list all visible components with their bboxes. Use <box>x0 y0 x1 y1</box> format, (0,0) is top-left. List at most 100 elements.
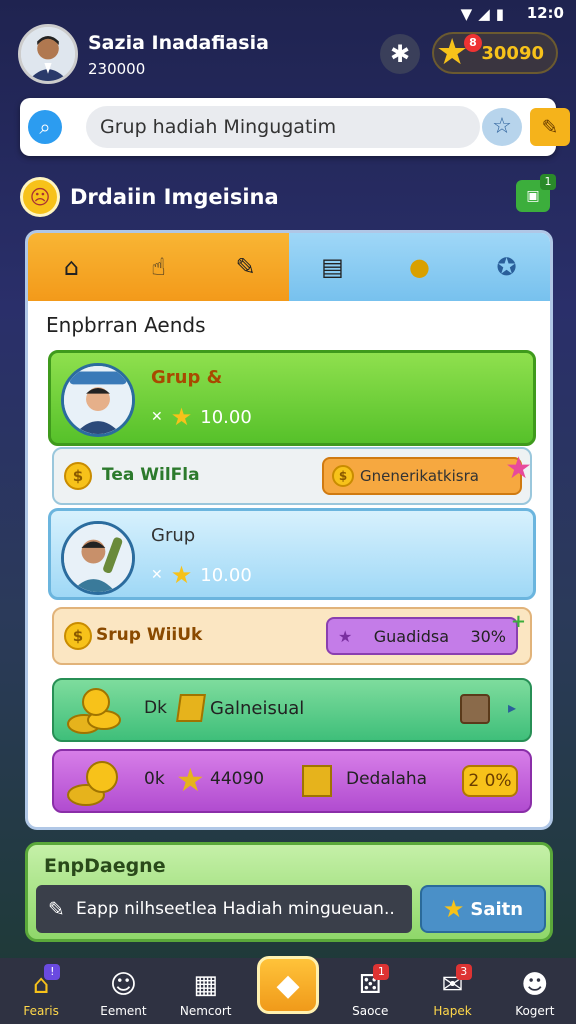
multiply-icon: ✕ <box>151 567 163 583</box>
panel-tabs: ⌂ ☝ ✎ ▤ ● ✪ <box>28 233 550 301</box>
card-value-text: 10.00 <box>200 406 252 428</box>
signal-icon: ◢ <box>478 5 490 23</box>
group-avatar <box>61 521 135 595</box>
nav-item-element[interactable]: ☺ Eement <box>82 958 164 1024</box>
tab-notes[interactable]: ✎ <box>202 233 289 301</box>
row-label: Srup WiiUk <box>96 625 203 645</box>
search-bar: ⌕ Grup hadiah Mingugatim ☆ ✎ <box>20 98 570 156</box>
nav-item-space[interactable]: ⚄ 1 Saoce <box>329 958 411 1024</box>
status-time: 12:0 <box>526 4 564 22</box>
nav-badge: 3 <box>455 964 472 980</box>
nav-item-memory[interactable]: ▦ Nemcort <box>165 958 247 1024</box>
group-avatar <box>61 363 135 437</box>
coin-pile-icon <box>67 688 121 734</box>
multiply-icon: ✕ <box>151 409 163 425</box>
grid-icon: ▦ <box>193 970 218 1000</box>
tab-home[interactable]: ⌂ <box>28 233 115 301</box>
smile-icon: ☺ <box>109 970 137 1000</box>
profile-name: Sazia Inadafiasia <box>88 32 269 54</box>
coin-pile-icon <box>67 761 118 806</box>
row-ok-text: Dk <box>144 698 167 718</box>
search-input[interactable]: Grup hadiah Mingugatim <box>86 106 480 148</box>
star-icon: ★ <box>170 403 193 431</box>
row-label: Tea WilFla <box>102 465 200 485</box>
row-label: Galneisual <box>210 698 305 719</box>
status-icons: ▼ ◢ ▮ <box>461 5 504 23</box>
group-reward-card-1[interactable]: Grup & ✕ ★ 10.00 <box>48 350 536 446</box>
row-ok-text: 0k <box>144 769 165 789</box>
gear-icon: ✱ <box>389 40 411 68</box>
nav-item-gift[interactable]: ✉ 3 Hapek <box>411 958 493 1024</box>
nav-label: Eement <box>100 1004 147 1018</box>
compose-title: EnpDaegne <box>44 855 166 877</box>
star-icon: ✪ <box>496 253 517 281</box>
group-reward-card-2[interactable]: Grup ✕ ★ 10.00 <box>48 508 536 600</box>
reward-row-6[interactable]: 0k ★ 44090 Dedalaha 2 0% <box>52 749 532 813</box>
guide-button[interactable]: ★ Guadidsa 30% <box>326 617 518 655</box>
coin-icon: $ <box>64 462 92 490</box>
nav-label: Kogert <box>515 1004 555 1018</box>
hand-icon: ☝ <box>151 253 166 281</box>
nav-badge: 1 <box>373 964 390 980</box>
compose-input[interactable]: Eapp nilhseetleа Hadiah minguеuan.. <box>36 885 412 933</box>
section-title: Drdaiin Imgeisina <box>70 185 279 209</box>
card-title: Grup & <box>151 367 223 388</box>
settings-button[interactable]: ✱ <box>380 34 420 74</box>
tab-hand[interactable]: ☝ <box>115 233 202 301</box>
gift-badge: 1 <box>540 174 556 190</box>
arrow-right-icon: ▸ <box>507 698 516 717</box>
star-icon: ★ <box>176 761 205 799</box>
home-icon: ⌂ <box>63 253 80 281</box>
profile-avatar[interactable] <box>18 24 78 84</box>
nav-item-center[interactable]: ◆ <box>247 956 329 1024</box>
plus-icon: + <box>510 611 526 632</box>
gift-button[interactable]: ▣ 1 <box>516 174 556 212</box>
nav-label: Fearis <box>23 1004 59 1018</box>
favorite-star-button[interactable]: ☆ <box>482 108 522 146</box>
emoji-face-icon: ☹ <box>20 177 60 217</box>
row-number: 44090 <box>210 769 265 789</box>
gift-icon: ▣ <box>526 188 540 204</box>
guide-button-percent: 30% <box>470 626 506 646</box>
compose-panel: EnpDaegne Eapp nilhseetleа Hadiah minguе… <box>25 842 553 942</box>
card-value: ✕ ★ 10.00 <box>151 403 252 431</box>
star-icon: ★ <box>436 32 469 73</box>
group-avatar-image <box>64 366 132 434</box>
wifi-icon: ▼ <box>460 5 473 23</box>
star-icon: ★ <box>170 561 193 589</box>
card-title: Grup <box>151 525 196 546</box>
generate-button[interactable]: $ Gnenerikatkisra <box>322 457 522 495</box>
tab-jar[interactable]: ▤ <box>289 233 376 301</box>
search-icon[interactable]: ⌕ <box>28 110 62 144</box>
nav-label: Saoce <box>352 1004 389 1018</box>
generate-button-label: Gnenerikatkisra <box>360 467 479 485</box>
nav-label: Nemcort <box>179 1004 232 1018</box>
group-avatar-image <box>64 524 132 592</box>
percent-badge[interactable]: 2 0% <box>462 765 518 797</box>
user-icon: ☻ <box>521 970 549 1000</box>
chest-icon <box>460 694 490 724</box>
status-bar: ▼ ◢ ▮ 12:0 <box>0 0 576 26</box>
pink-star-icon: ★ <box>505 451 532 486</box>
star-balance[interactable]: ★ 8 30090 <box>432 32 558 74</box>
rewards-panel: ⌂ ☝ ✎ ▤ ● ✪ Enpbrran Aends Grup & ✕ ★ 10… <box>25 230 553 830</box>
edit-button[interactable]: ✎ <box>530 108 570 146</box>
send-button-label: Saitn <box>470 898 524 920</box>
reward-row-5[interactable]: Dk Galneisual ▸ <box>52 678 532 742</box>
star-icon: ★ <box>338 626 353 646</box>
row-label: Dedalaha <box>346 769 428 789</box>
star-badge: 8 <box>464 34 482 52</box>
reward-row-4: $ Srup WiiUk ★ Guadidsa 30% + <box>52 607 532 665</box>
nav-item-home[interactable]: ⌂ ! Fearis <box>0 958 82 1024</box>
card-value-text: 10.00 <box>200 564 252 586</box>
profile-coins: 230000 <box>88 60 146 78</box>
guide-button-label: Guadidsa <box>373 626 450 646</box>
star-icon: ★ <box>442 895 465 923</box>
send-button[interactable]: ★ Saitn <box>420 885 546 933</box>
jar-icon: ▤ <box>321 253 344 281</box>
nav-item-profile[interactable]: ☻ Kogert <box>494 958 576 1024</box>
tab-coin[interactable]: ● <box>376 233 463 301</box>
card-value: ✕ ★ 10.00 <box>151 561 252 589</box>
tab-star[interactable]: ✪ <box>463 233 550 301</box>
gold-gem-icon <box>176 694 206 722</box>
